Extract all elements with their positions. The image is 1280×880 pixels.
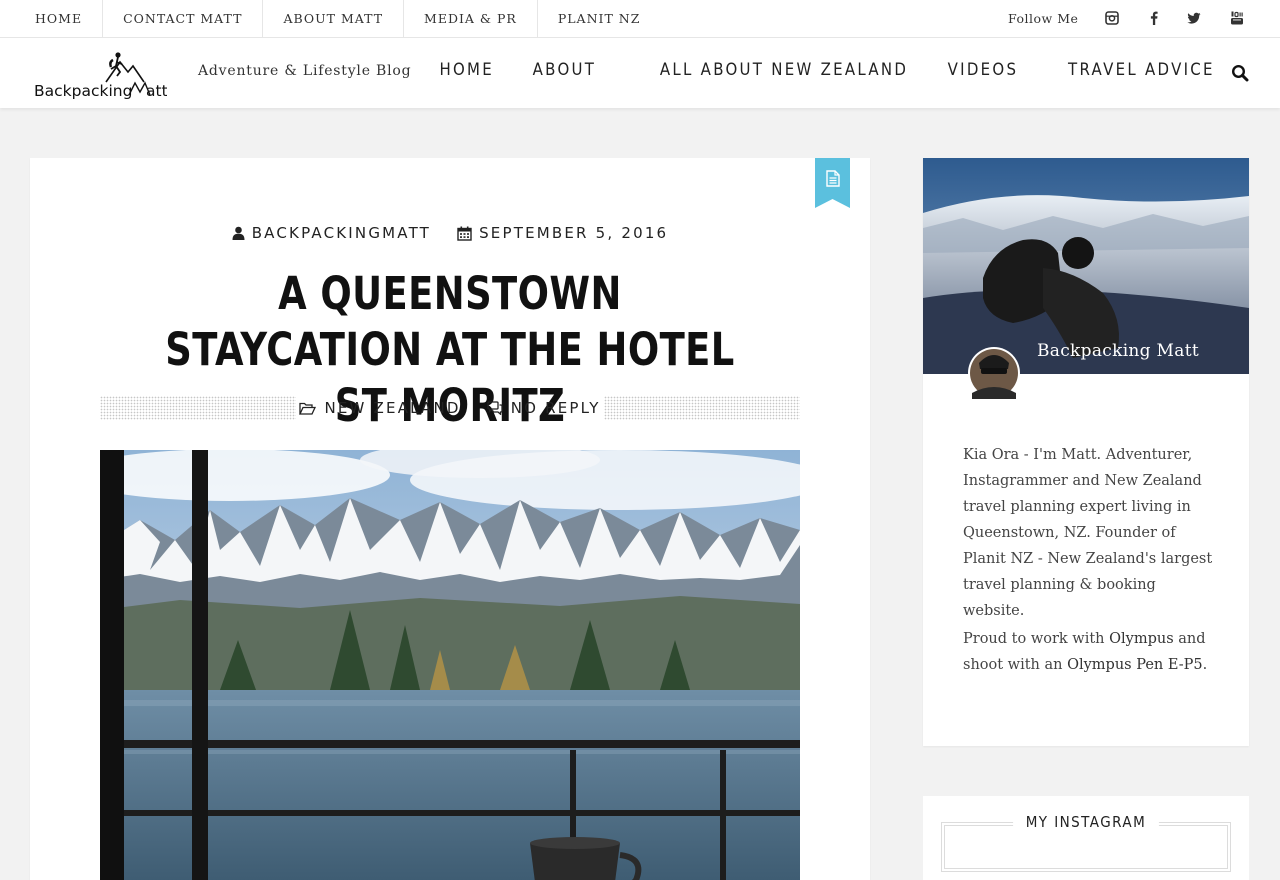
calendar-icon (457, 226, 472, 241)
folder-open-icon (299, 402, 317, 415)
post-format-ribbon (815, 158, 850, 208)
post-meta: BACKPACKINGMATT SEPTEMBER 5, 2016 (30, 224, 870, 242)
top-nav-planit-nz[interactable]: PLANIT NZ (538, 0, 661, 38)
top-nav-about-matt[interactable]: ABOUT MATT (263, 0, 405, 38)
post-category[interactable]: NEW ZEALAND (299, 399, 460, 417)
youtube-icon[interactable] (1230, 11, 1244, 25)
comments-icon (487, 401, 503, 415)
about-name: Backpacking Matt (1037, 341, 1199, 361)
post-card: BACKPACKINGMATT SEPTEMBER 5, 2016 A QUEE… (30, 158, 870, 880)
post-category-row: NEW ZEALAND NO REPLY (100, 395, 800, 421)
main-nav-all-about-new-zealand[interactable]: ALL ABOUT NEW ZEALAND (660, 60, 908, 80)
top-nav-media-pr[interactable]: MEDIA & PR (404, 0, 538, 38)
about-widget: Backpacking Matt Kia Ora - I'm Matt. Adv… (923, 158, 1249, 746)
post-date: SEPTEMBER 5, 2016 (457, 224, 668, 242)
post-comments-label: NO REPLY (510, 399, 601, 417)
instagram-icon[interactable] (1105, 11, 1119, 25)
instagram-widget: MY INSTAGRAM (923, 796, 1249, 880)
post-category-label: NEW ZEALAND (324, 399, 461, 417)
facebook-icon[interactable] (1147, 11, 1161, 25)
main-nav-travel-advice[interactable]: TRAVEL ADVICE (1068, 60, 1215, 80)
svg-text:att: att (146, 82, 167, 100)
top-nav-contact-matt[interactable]: CONTACT MATT (103, 0, 264, 38)
post-featured-image[interactable] (100, 450, 800, 880)
post-comments[interactable]: NO REPLY (487, 399, 601, 417)
top-nav: HOME CONTACT MATT ABOUT MATT MEDIA & PR … (15, 0, 660, 38)
main-nav-about[interactable]: ABOUT (532, 60, 596, 80)
main-nav-videos[interactable]: VIDEOS (948, 60, 1019, 80)
user-icon (232, 226, 245, 240)
camera-suffix: . (1202, 657, 1208, 673)
main-nav: HOME ABOUT ALL ABOUT NEW ZEALAND VIDEOS … (402, 60, 1215, 80)
document-icon (825, 170, 840, 187)
instagram-title: MY INSTAGRAM (1013, 813, 1159, 831)
about-bio: Kia Ora - I'm Matt. Adventurer, Instagra… (963, 447, 1213, 619)
avatar (968, 347, 1020, 399)
olympus-link[interactable]: Olympus (1109, 631, 1174, 647)
post-author-name: BACKPACKINGMATT (251, 224, 432, 242)
post-date-text: SEPTEMBER 5, 2016 (479, 224, 669, 242)
follow-me-label: Follow Me (1008, 11, 1079, 26)
site-logo[interactable]: Backpacking att (32, 48, 167, 100)
main-nav-home[interactable]: HOME (439, 60, 494, 80)
twitter-icon[interactable] (1187, 11, 1201, 25)
top-bar: HOME CONTACT MATT ABOUT MATT MEDIA & PR … (0, 0, 1280, 38)
search-icon[interactable] (1231, 64, 1249, 82)
top-nav-home[interactable]: HOME (15, 0, 104, 38)
post-author[interactable]: BACKPACKINGMATT (232, 224, 431, 242)
about-partners: Proud to work with Olympus and shoot wit… (963, 626, 1213, 678)
partners-prefix: Proud to work with (963, 631, 1110, 647)
olympus-pen-link[interactable]: Olympus Pen E-P5 (1067, 657, 1203, 673)
svg-text:Backpacking: Backpacking (34, 82, 132, 100)
site-header: Backpacking att Adventure & Lifestyle Bl… (0, 38, 1280, 108)
site-tagline: Adventure & Lifestyle Blog (198, 63, 412, 79)
